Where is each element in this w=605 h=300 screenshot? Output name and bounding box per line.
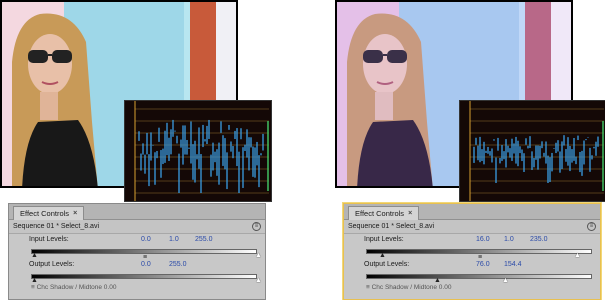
tab-label: Effect Controls — [20, 209, 70, 218]
tab-label: Effect Controls — [355, 209, 405, 218]
waveform-scope-original — [124, 100, 272, 202]
panel-menu-icon[interactable]: ≡ — [587, 222, 596, 231]
input-black-value[interactable]: 0.0 — [141, 236, 151, 243]
tab-effect-controls[interactable]: Effect Controls × — [13, 206, 85, 220]
output-slider[interactable]: ▲ ▲ — [9, 270, 265, 284]
output-slider[interactable]: ▲ ▲ — [344, 270, 600, 284]
input-white-value[interactable]: 235.0 — [530, 236, 548, 243]
output-levels-row: ≡ Output Levels: 0.0 255.0 — [9, 254, 265, 270]
input-black-value[interactable]: 16.0 — [476, 236, 490, 243]
input-levels-row: Input Levels: 0.0 1.0 255.0 — [9, 234, 265, 247]
panel-menu-icon[interactable]: ≡ — [252, 222, 261, 231]
output-gradient-track[interactable] — [31, 274, 257, 279]
left-comparison: Effect Controls × Sequence 01 * Select_8… — [0, 0, 272, 300]
tab-strip: Effect Controls × — [344, 204, 600, 220]
effect-controls-panel: Effect Controls × Sequence 01 * Select_8… — [343, 203, 601, 300]
output-levels-label: Output Levels: — [29, 261, 75, 268]
input-slider[interactable]: ▲ ▲ — [9, 247, 265, 259]
output-levels-row: ≡ Output Levels: 76.0 154.4 — [344, 254, 600, 270]
output-black-value[interactable]: 76.0 — [476, 261, 490, 268]
output-levels-label: Output Levels: — [364, 261, 410, 268]
output-black-value[interactable]: 0.0 — [141, 261, 151, 268]
input-gamma-value[interactable]: 1.0 — [169, 236, 179, 243]
tab-strip: Effect Controls × — [9, 204, 265, 220]
shadow-midtone-row: ≡ Chc Shadow / Midtone 0.00 — [31, 284, 117, 291]
close-icon[interactable]: × — [408, 207, 412, 220]
shadow-midtone-row: ≡ Chc Shadow / Midtone 0.00 — [366, 284, 452, 291]
sequence-breadcrumb: Sequence 01 * Select_8.avi ≡ — [9, 220, 265, 234]
output-white-value[interactable]: 154.4 — [504, 261, 522, 268]
waveform-scope-adjusted — [459, 100, 605, 202]
tab-effect-controls[interactable]: Effect Controls × — [348, 206, 420, 220]
input-levels-label: Input Levels: — [29, 236, 69, 243]
output-white-value[interactable]: 255.0 — [169, 261, 187, 268]
output-gradient-track[interactable] — [366, 274, 592, 279]
sequence-breadcrumb: Sequence 01 * Select_8.avi ≡ — [344, 220, 600, 234]
input-slider[interactable]: ▲ ▲ — [344, 247, 600, 259]
input-gamma-value[interactable]: 1.0 — [504, 236, 514, 243]
sequence-label: Sequence 01 * Select_8.avi — [13, 223, 100, 230]
right-comparison: Effect Controls × Sequence 01 * Select_8… — [335, 0, 605, 300]
input-white-value[interactable]: 255.0 — [195, 236, 213, 243]
input-levels-label: Input Levels: — [364, 236, 404, 243]
close-icon[interactable]: × — [73, 207, 77, 220]
sequence-label: Sequence 01 * Select_8.avi — [348, 223, 435, 230]
input-levels-row: Input Levels: 16.0 1.0 235.0 — [344, 234, 600, 247]
effect-controls-panel: Effect Controls × Sequence 01 * Select_8… — [8, 203, 266, 300]
